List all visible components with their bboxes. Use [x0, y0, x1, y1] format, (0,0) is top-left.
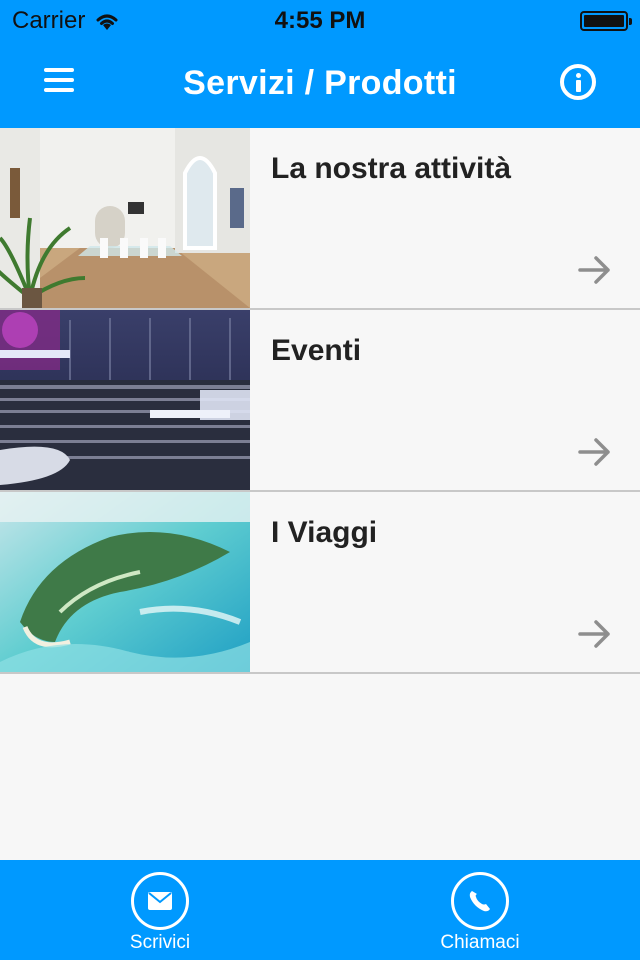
- tropical-island-photo: [0, 492, 250, 672]
- info-icon[interactable]: [560, 64, 596, 100]
- arrow-right-icon: [578, 620, 610, 648]
- battery-icon: [580, 11, 632, 31]
- phone-icon: [451, 872, 509, 930]
- status-bar: Carrier 4:55 PM: [0, 0, 640, 40]
- list-item-label: Eventi: [271, 334, 362, 367]
- list-item-label: La nostra attività: [271, 152, 512, 185]
- concert-crowd-photo: [0, 310, 250, 490]
- list-item-label: I Viaggi: [271, 516, 378, 549]
- status-time: 4:55 PM: [274, 7, 366, 34]
- office-room-photo: [0, 128, 250, 308]
- bottom-tab-bar: Scrivici Chiamaci: [0, 860, 640, 960]
- call-us-label: Chiamaci: [440, 932, 520, 953]
- arrow-right-icon: [578, 256, 610, 284]
- list-item-eventi[interactable]: Eventi: [0, 310, 640, 492]
- services-list: La nostra attività Eventi I Viaggi: [0, 128, 640, 674]
- list-item-attivita[interactable]: La nostra attività: [0, 128, 640, 310]
- navigation-bar: Servizi / Prodotti: [0, 40, 640, 128]
- list-item-viaggi[interactable]: I Viaggi: [0, 492, 640, 674]
- mail-icon: [131, 872, 189, 930]
- call-us-button[interactable]: Chiamaci: [320, 860, 640, 960]
- page-title: Servizi / Prodotti: [183, 64, 457, 102]
- arrow-right-icon: [578, 438, 610, 466]
- write-us-button[interactable]: Scrivici: [0, 860, 320, 960]
- battery-level: [584, 15, 624, 27]
- write-us-label: Scrivici: [129, 932, 191, 953]
- top-bar: Carrier 4:55 PM Servizi / Prodotti: [0, 0, 640, 128]
